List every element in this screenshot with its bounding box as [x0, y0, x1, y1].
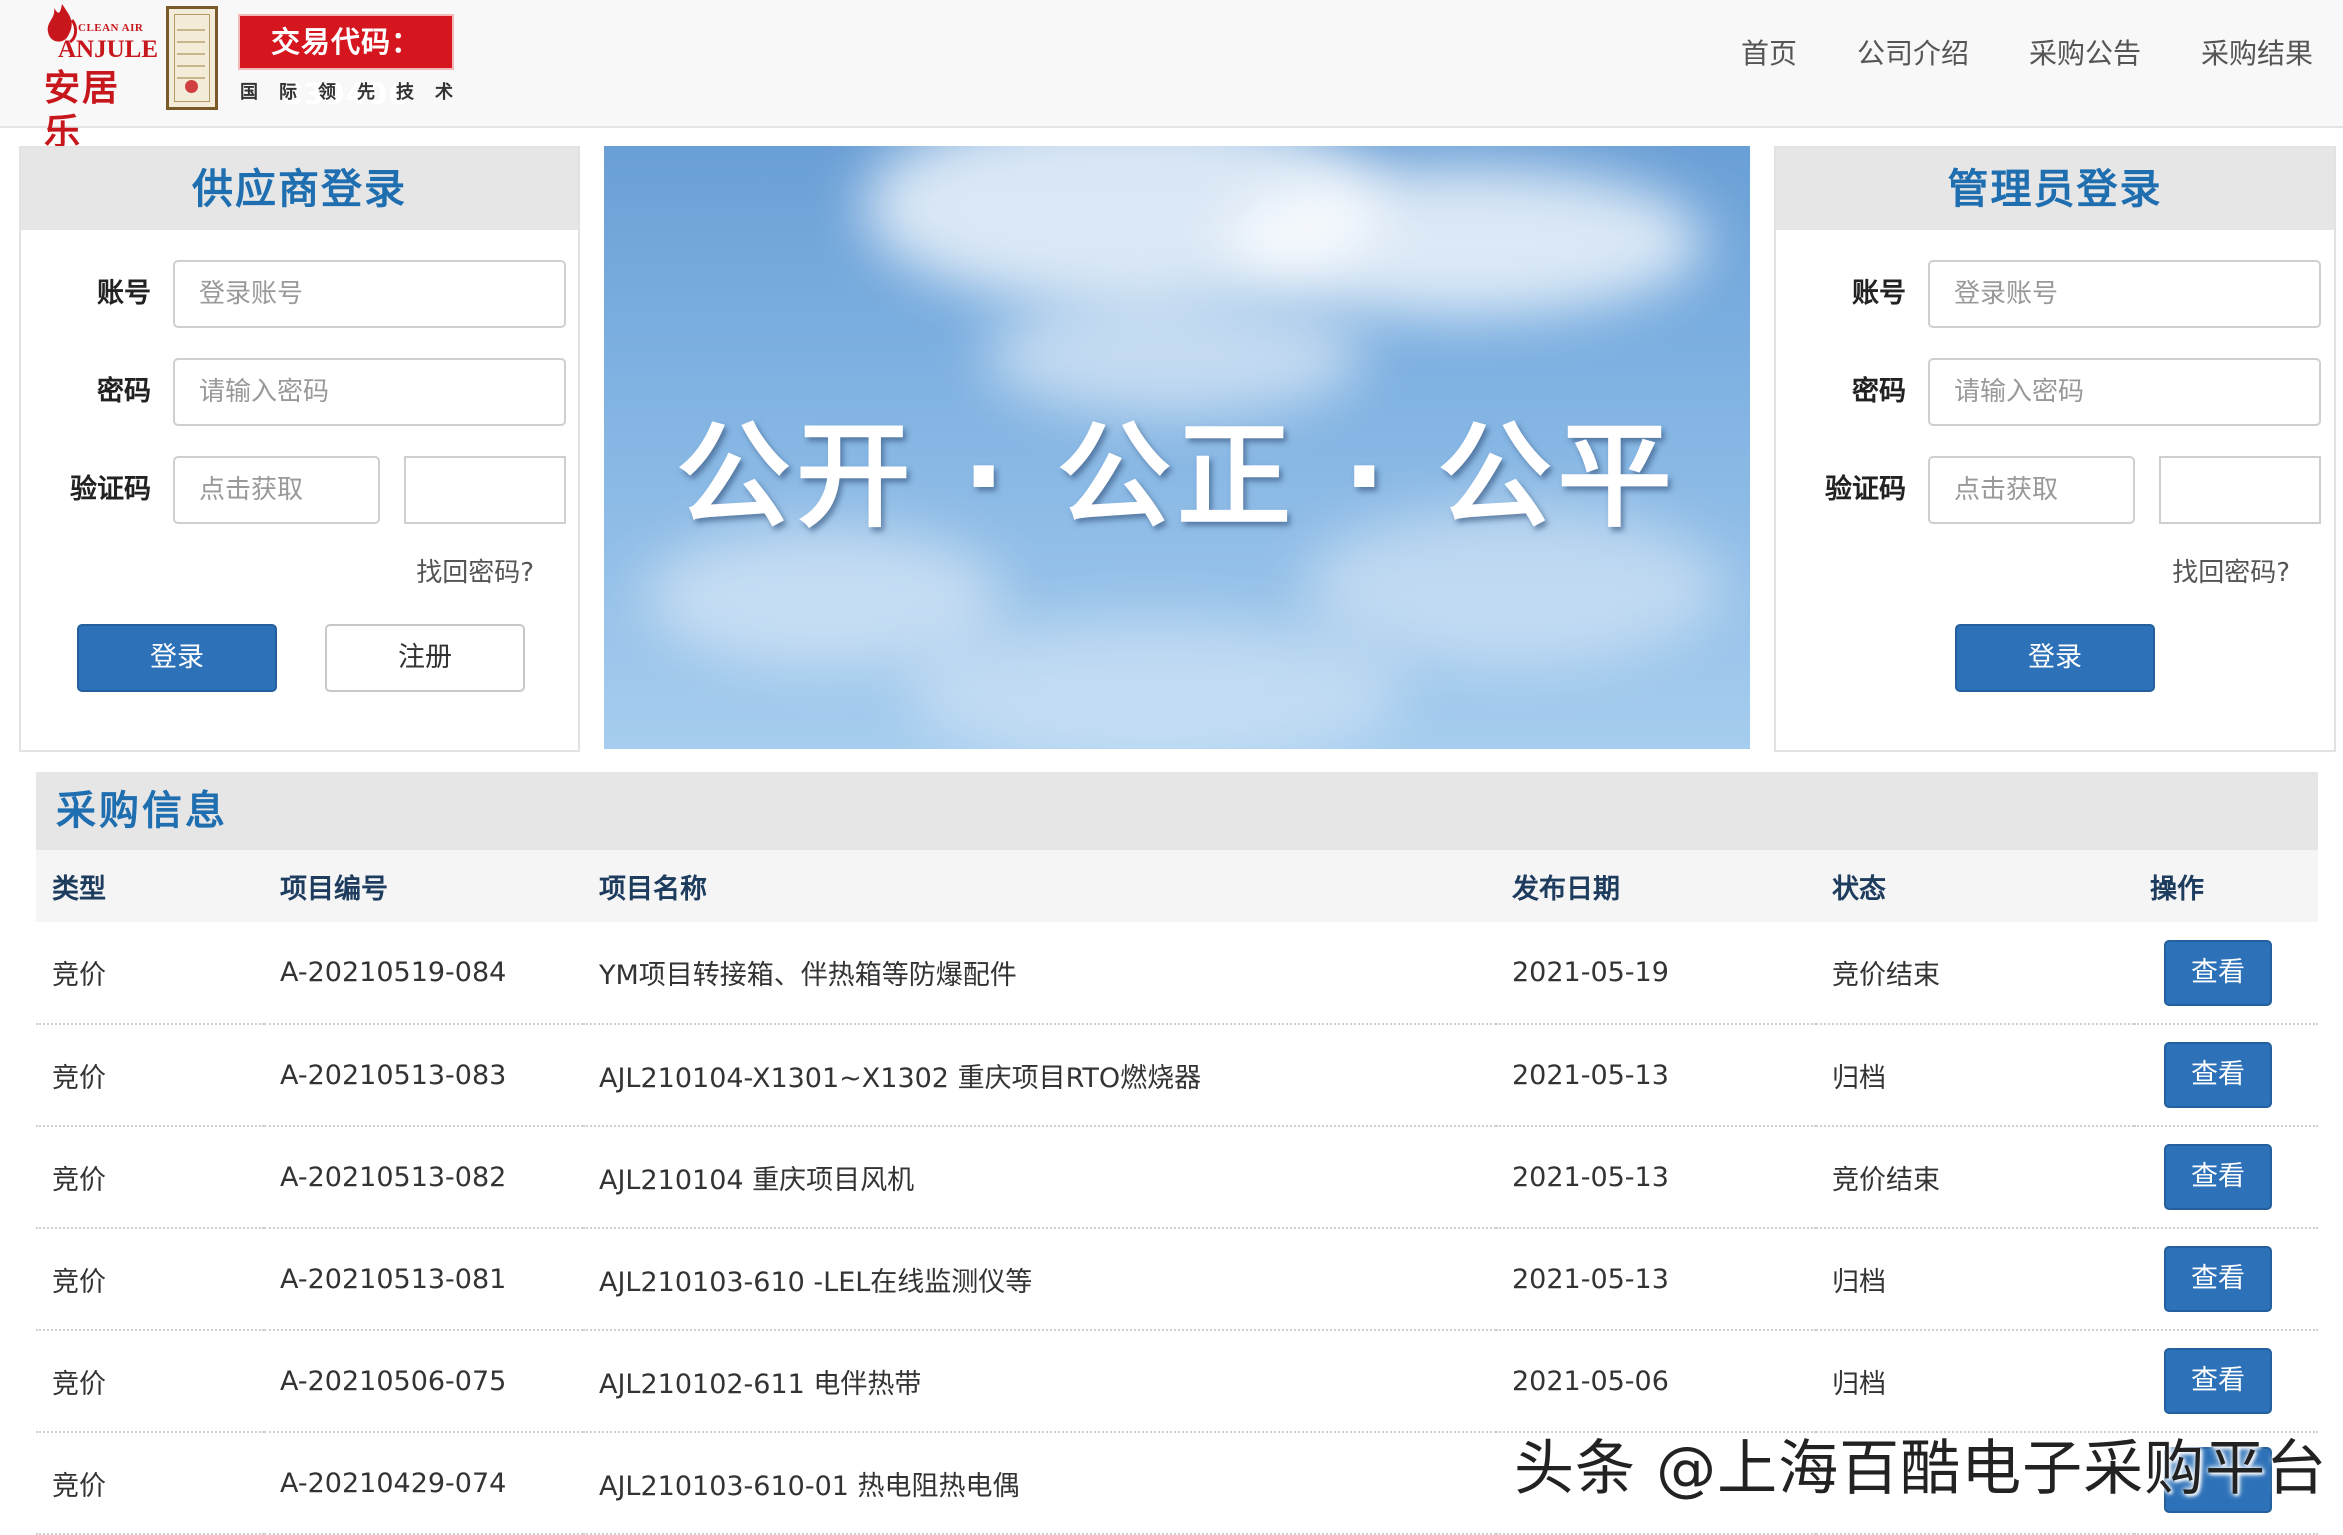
- cell-name: AJL210104 重庆项目风机: [583, 1126, 1496, 1229]
- cell-name: AJL210103-610 -LEL在线监测仪等: [583, 1228, 1496, 1331]
- col-header-date: 发布日期: [1496, 850, 1816, 922]
- nav-home[interactable]: 首页: [1741, 34, 1797, 74]
- captcha-label: 验证码: [1825, 474, 1906, 505]
- cell-type: 竞价: [36, 1024, 264, 1127]
- table-row: 竞价 A-20210506-075 AJL210102-611 电伴热带 202…: [36, 1330, 2318, 1433]
- cell-name: YM项目转接箱、伴热箱等防爆配件: [583, 922, 1496, 1025]
- nav-procurement-notice[interactable]: 采购公告: [2029, 34, 2141, 74]
- cell-code: A-20210506-075: [264, 1330, 583, 1433]
- supplier-register-button[interactable]: 注册: [325, 624, 525, 692]
- procurement-title: 采购信息: [36, 772, 2318, 850]
- col-header-status: 状态: [1816, 850, 2134, 922]
- cell-status: 归档: [1816, 1330, 2134, 1433]
- cell-code: A-20210429-074: [264, 1432, 583, 1535]
- cell-name: AJL210104-X1301~X1302 重庆项目RTO燃烧器: [583, 1024, 1496, 1127]
- cell-code: A-20210513-081: [264, 1228, 583, 1331]
- slogan-banner: 公开 · 公正 · 公平: [604, 146, 1750, 749]
- view-button[interactable]: 查看: [2164, 1348, 2272, 1414]
- admin-forgot-password-link[interactable]: 找回密码?: [2172, 552, 2290, 589]
- cell-type: 竞价: [36, 1126, 264, 1229]
- supplier-login-title: 供应商登录: [21, 148, 578, 230]
- table-row: 竞价 A-20210519-084 YM项目转接箱、伴热箱等防爆配件 2021-…: [36, 922, 2318, 1025]
- tagline: 国际领先技术: [240, 82, 474, 103]
- supplier-login-button[interactable]: 登录: [77, 624, 277, 692]
- cell-type: 竞价: [36, 922, 264, 1025]
- cell-status: 归档: [1816, 1024, 2134, 1127]
- main-nav: 首页 公司介绍 采购公告 采购结果: [1741, 34, 2313, 74]
- admin-login-button[interactable]: 登录: [1955, 624, 2155, 692]
- view-button[interactable]: 查看: [2164, 1042, 2272, 1108]
- cell-code: A-20210519-084: [264, 922, 583, 1025]
- cell-type: 竞价: [36, 1330, 264, 1433]
- col-header-type: 类型: [36, 850, 264, 922]
- cell-action: 查看: [2134, 1024, 2318, 1127]
- view-button[interactable]: 查看: [2164, 1246, 2272, 1312]
- nav-company-intro[interactable]: 公司介绍: [1857, 34, 1969, 74]
- logo-brand-cn: 安居乐: [44, 67, 121, 153]
- cell-status: 归档: [1816, 1228, 2134, 1331]
- supplier-account-input[interactable]: [173, 260, 566, 328]
- table-row: 竞价 A-20210513-083 AJL210104-X1301~X1302 …: [36, 1024, 2318, 1127]
- nav-procurement-result[interactable]: 采购结果: [2201, 34, 2313, 74]
- account-label: 账号: [1852, 278, 1906, 309]
- admin-captcha-input[interactable]: [1928, 456, 2135, 524]
- cell-date: 2021-05-19: [1496, 922, 1816, 1025]
- admin-login-title: 管理员登录: [1776, 148, 2334, 230]
- cell-status: 竞价结束: [1816, 922, 2134, 1025]
- col-header-code: 项目编号: [264, 850, 583, 922]
- logo-brand-en: ANJULE: [58, 36, 159, 63]
- view-button[interactable]: 查看: [2164, 1144, 2272, 1210]
- table-row: 竞价 A-20210513-081 AJL210103-610 -LEL在线监测…: [36, 1228, 2318, 1331]
- cell-type: 竞价: [36, 1228, 264, 1331]
- cell-date: 2021-05-13: [1496, 1126, 1816, 1229]
- cell-action: 查看: [2134, 922, 2318, 1025]
- supplier-forgot-password-link[interactable]: 找回密码?: [416, 552, 534, 589]
- cell-date: 2021-05-06: [1496, 1330, 1816, 1433]
- supplier-captcha-image[interactable]: [404, 456, 566, 524]
- cell-action: 查看: [2134, 1126, 2318, 1229]
- cell-action: 查看: [2134, 1228, 2318, 1331]
- password-label: 密码: [1852, 376, 1906, 407]
- table-row: 竞价 A-20210513-082 AJL210104 重庆项目风机 2021-…: [36, 1126, 2318, 1229]
- supplier-captcha-input[interactable]: [173, 456, 380, 524]
- col-header-action: 操作: [2134, 850, 2318, 922]
- watermark-overlay: 头条 @上海百酷电子采购平台: [1514, 1434, 2328, 1504]
- company-logo[interactable]: CLEAN AIR ANJULE 安居乐: [38, 2, 159, 153]
- supplier-password-input[interactable]: [173, 358, 566, 426]
- cell-code: A-20210513-082: [264, 1126, 583, 1229]
- admin-account-input[interactable]: [1928, 260, 2321, 328]
- top-header: CLEAN AIR ANJULE 安居乐 交易代码：839406 国际领先技术 …: [0, 0, 2343, 153]
- cell-date: 2021-05-13: [1496, 1228, 1816, 1331]
- captcha-label: 验证码: [70, 474, 151, 505]
- trade-code-badge: 交易代码：839406: [238, 14, 454, 111]
- admin-password-input[interactable]: [1928, 358, 2321, 426]
- cell-action: 查看: [2134, 1330, 2318, 1433]
- col-header-name: 项目名称: [583, 850, 1496, 922]
- cell-name: AJL210102-611 电伴热带: [583, 1330, 1496, 1433]
- cell-date: 2021-05-13: [1496, 1024, 1816, 1127]
- cell-name: AJL210103-610-01 热电阻热电偶: [583, 1432, 1496, 1535]
- cell-type: 竞价: [36, 1432, 264, 1535]
- cell-status: 竞价结束: [1816, 1126, 2134, 1229]
- logo-clean-air-text: CLEAN AIR: [78, 22, 144, 34]
- password-label: 密码: [97, 376, 151, 407]
- account-label: 账号: [97, 278, 151, 309]
- certificate-image: [166, 6, 218, 110]
- banner-slogan: 公开 · 公正 · 公平: [676, 410, 1678, 543]
- admin-captcha-image[interactable]: [2159, 456, 2321, 524]
- admin-login-panel: 管理员登录 账号 密码 验证码 找回密码? 登录: [1774, 146, 2336, 752]
- table-header-row: 类型 项目编号 项目名称 发布日期 状态 操作: [36, 850, 2318, 922]
- cell-code: A-20210513-083: [264, 1024, 583, 1127]
- supplier-login-panel: 供应商登录 账号 密码 验证码 找回密码? 登录 注册: [19, 146, 580, 752]
- view-button[interactable]: 查看: [2164, 939, 2272, 1006]
